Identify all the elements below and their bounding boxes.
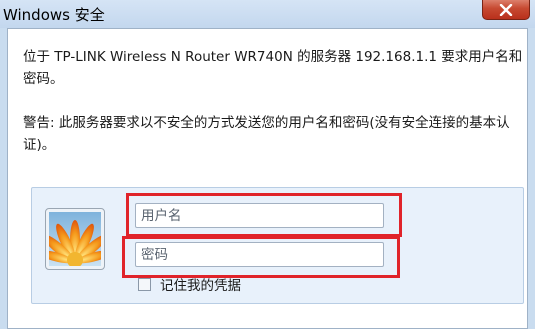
username-input[interactable] — [135, 203, 384, 228]
remember-checkbox[interactable] — [138, 277, 151, 291]
credential-panel: 记住我的凭据 — [31, 187, 524, 304]
window-frame-left — [0, 28, 7, 329]
avatar — [45, 208, 105, 270]
server-description: 位于 TP-LINK Wireless N Router WR740N 的服务器… — [23, 49, 523, 87]
remember-label: 记住我的凭据 — [160, 278, 241, 294]
title-bar: Windows 安全 — [0, 0, 535, 28]
user-avatar-flower-icon — [49, 212, 101, 266]
security-warning: 警告: 此服务器要求以不安全的方式发送您的用户名和密码(没有安全连接的基本认证)… — [23, 115, 510, 153]
dialog-content: 位于 TP-LINK Wireless N Router WR740N 的服务器… — [7, 28, 528, 329]
close-button[interactable] — [482, 0, 530, 20]
close-icon — [499, 3, 513, 16]
remember-credentials[interactable]: 记住我的凭据 — [138, 274, 241, 294]
window-title: Windows 安全 — [3, 6, 105, 24]
password-input[interactable] — [135, 242, 384, 267]
window-frame-right — [528, 28, 535, 329]
